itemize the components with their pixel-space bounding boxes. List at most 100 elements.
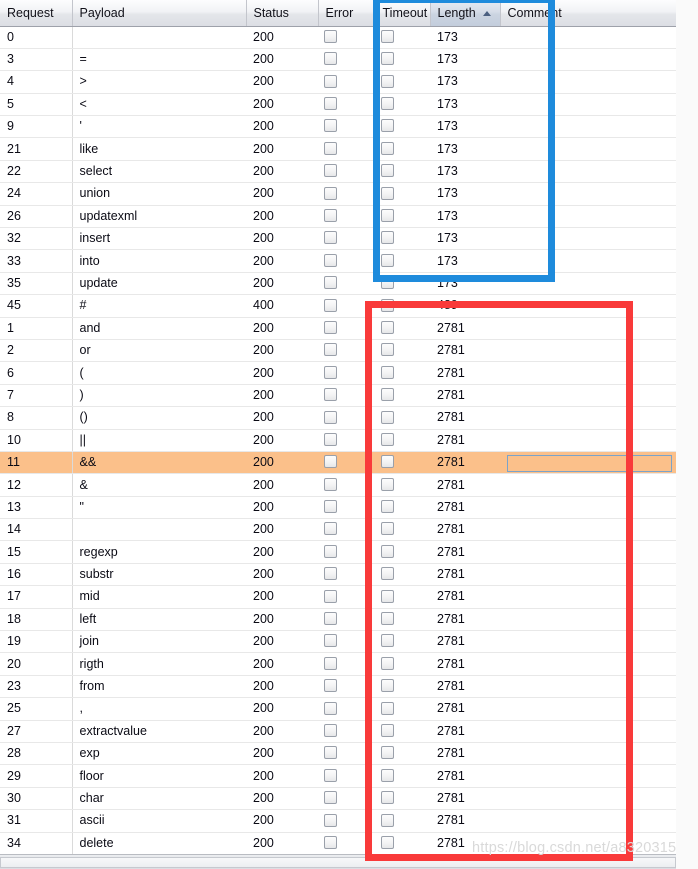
cell-request[interactable]: 28 bbox=[0, 742, 73, 766]
column-header-status[interactable]: Status bbox=[246, 0, 319, 27]
cell-comment[interactable] bbox=[500, 70, 676, 94]
table-row[interactable]: 9 ' 200 173 bbox=[0, 115, 676, 139]
cell-payload[interactable]: ' bbox=[72, 115, 246, 139]
cell-error[interactable] bbox=[318, 832, 375, 855]
cell-length[interactable]: 2781 bbox=[430, 809, 500, 833]
cell-error[interactable] bbox=[318, 742, 375, 766]
cell-timeout[interactable] bbox=[375, 361, 430, 385]
cell-request[interactable]: 25 bbox=[0, 697, 73, 721]
cell-request[interactable]: 15 bbox=[0, 540, 73, 564]
table-row[interactable]: 0 200 173 bbox=[0, 26, 676, 49]
column-header-payload[interactable]: Payload bbox=[72, 0, 247, 27]
cell-status[interactable]: 200 bbox=[246, 720, 318, 744]
error-checkbox[interactable] bbox=[324, 97, 337, 111]
cell-error[interactable] bbox=[318, 563, 375, 587]
cell-status[interactable]: 200 bbox=[246, 384, 318, 408]
error-checkbox[interactable] bbox=[324, 164, 337, 178]
cell-timeout[interactable] bbox=[375, 26, 430, 49]
cell-status[interactable]: 200 bbox=[246, 585, 318, 609]
cell-length[interactable]: 173 bbox=[430, 137, 500, 161]
error-checkbox[interactable] bbox=[324, 141, 337, 155]
cell-status[interactable]: 200 bbox=[246, 429, 318, 452]
cell-payload[interactable]: union bbox=[72, 182, 246, 206]
cell-length[interactable]: 173 bbox=[430, 115, 500, 139]
table-row[interactable]: 23 from 200 2781 bbox=[0, 675, 676, 699]
cell-request[interactable]: 16 bbox=[0, 563, 73, 587]
cell-request[interactable]: 45 bbox=[0, 294, 73, 318]
timeout-checkbox[interactable] bbox=[381, 432, 394, 446]
cell-status[interactable]: 200 bbox=[246, 227, 318, 251]
cell-error[interactable] bbox=[318, 809, 375, 833]
cell-status[interactable]: 200 bbox=[246, 540, 318, 564]
cell-timeout[interactable] bbox=[375, 294, 430, 318]
cell-error[interactable] bbox=[318, 339, 375, 363]
cell-length[interactable]: 2781 bbox=[430, 496, 500, 520]
cell-timeout[interactable] bbox=[375, 585, 430, 609]
cell-request[interactable]: 31 bbox=[0, 809, 73, 833]
cell-request[interactable]: 30 bbox=[0, 787, 73, 811]
table-row[interactable]: 18 left 200 2781 bbox=[0, 608, 676, 632]
timeout-checkbox[interactable] bbox=[381, 612, 394, 626]
cell-payload[interactable] bbox=[72, 26, 246, 49]
cell-length[interactable]: 173 bbox=[430, 160, 500, 184]
timeout-checkbox[interactable] bbox=[381, 544, 394, 558]
cell-payload[interactable]: () bbox=[72, 406, 246, 430]
cell-status[interactable]: 200 bbox=[246, 70, 318, 94]
horizontal-scrollbar[interactable] bbox=[0, 854, 676, 869]
table-row[interactable]: 29 floor 200 2781 bbox=[0, 764, 676, 788]
timeout-checkbox[interactable] bbox=[381, 276, 394, 290]
cell-error[interactable] bbox=[318, 317, 375, 340]
cell-timeout[interactable] bbox=[375, 608, 430, 632]
cell-comment[interactable] bbox=[500, 48, 676, 72]
cell-error[interactable] bbox=[318, 26, 375, 49]
cell-comment[interactable] bbox=[500, 764, 676, 788]
table-row[interactable]: 21 like 200 173 bbox=[0, 137, 676, 161]
timeout-checkbox[interactable] bbox=[381, 477, 394, 491]
cell-error[interactable] bbox=[318, 93, 375, 117]
cell-length[interactable]: 2781 bbox=[430, 630, 500, 654]
cell-payload[interactable]: || bbox=[72, 429, 246, 452]
cell-timeout[interactable] bbox=[375, 227, 430, 251]
cell-request[interactable]: 22 bbox=[0, 160, 73, 184]
cell-error[interactable] bbox=[318, 608, 375, 632]
error-checkbox[interactable] bbox=[324, 231, 337, 245]
table-row[interactable]: 8() 200 2781 bbox=[0, 406, 676, 430]
cell-comment[interactable] bbox=[500, 361, 676, 385]
cell-status[interactable]: 200 bbox=[246, 137, 318, 161]
timeout-checkbox[interactable] bbox=[381, 209, 394, 223]
cell-payload[interactable]: delete bbox=[72, 832, 246, 855]
timeout-checkbox[interactable] bbox=[381, 119, 394, 133]
cell-timeout[interactable] bbox=[375, 384, 430, 408]
cell-error[interactable] bbox=[318, 384, 375, 408]
cell-comment[interactable] bbox=[500, 205, 676, 229]
table-row[interactable]: 13 " 200 2781 bbox=[0, 496, 676, 520]
cell-error[interactable] bbox=[318, 720, 375, 744]
cell-payload[interactable]: && bbox=[72, 451, 246, 475]
cell-comment[interactable] bbox=[500, 182, 676, 206]
cell-comment[interactable] bbox=[500, 384, 676, 408]
cell-timeout[interactable] bbox=[375, 764, 430, 788]
cell-comment[interactable] bbox=[500, 473, 676, 497]
cell-length[interactable]: 2781 bbox=[430, 473, 500, 497]
cell-error[interactable] bbox=[318, 697, 375, 721]
cell-status[interactable]: 200 bbox=[246, 339, 318, 363]
timeout-checkbox[interactable] bbox=[381, 656, 394, 670]
cell-comment[interactable] bbox=[500, 26, 676, 49]
table-row[interactable]: 45 #400 489 bbox=[0, 294, 676, 318]
cell-comment[interactable] bbox=[500, 675, 676, 699]
cell-length[interactable]: 173 bbox=[430, 182, 500, 206]
cell-error[interactable] bbox=[318, 294, 375, 318]
cell-status[interactable]: 200 bbox=[246, 742, 318, 766]
cell-error[interactable] bbox=[318, 451, 375, 475]
cell-error[interactable] bbox=[318, 48, 375, 72]
cell-payload[interactable]: " bbox=[72, 496, 246, 520]
cell-timeout[interactable] bbox=[375, 48, 430, 72]
cell-error[interactable] bbox=[318, 361, 375, 385]
cell-status[interactable]: 200 bbox=[246, 630, 318, 654]
cell-status[interactable]: 200 bbox=[246, 473, 318, 497]
cell-comment[interactable] bbox=[500, 540, 676, 564]
cell-status[interactable]: 200 bbox=[246, 115, 318, 139]
error-checkbox[interactable] bbox=[324, 567, 337, 581]
table-row[interactable]: 22 select 200 173 bbox=[0, 160, 676, 184]
cell-error[interactable] bbox=[318, 182, 375, 206]
